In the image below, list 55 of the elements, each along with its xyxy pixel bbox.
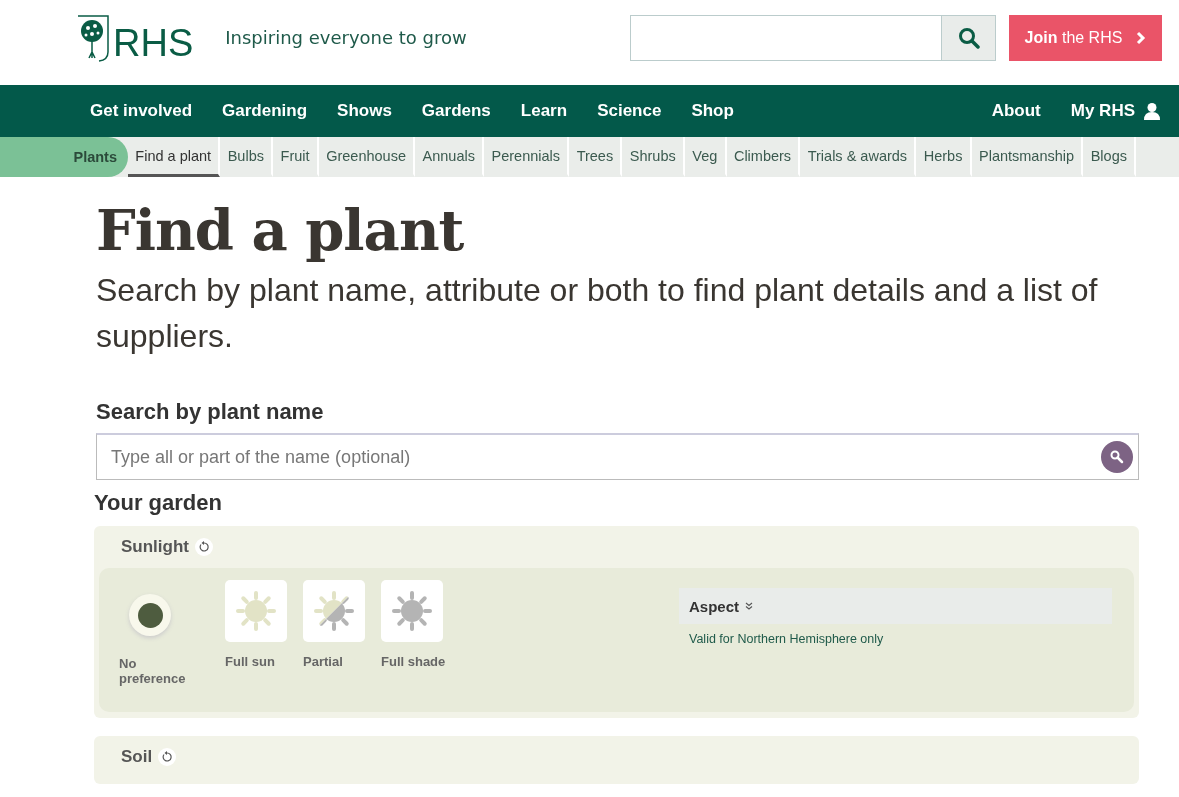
aspect-toggle[interactable]: Aspect — [679, 588, 1112, 624]
sub-nav-tab[interactable]: Annuals — [415, 137, 485, 177]
sub-nav-tab[interactable]: Climbers — [726, 137, 801, 177]
reset-icon[interactable] — [195, 538, 213, 556]
main-nav-link[interactable]: Shop — [691, 101, 734, 121]
plant-name-field[interactable]: Type all or part of the name (optional) — [96, 433, 1139, 480]
sub-nav-tab[interactable]: Plantsmanship — [971, 137, 1084, 177]
main-nav-link[interactable]: Gardens — [421, 101, 491, 121]
section-heading: Search by plant name — [96, 399, 325, 425]
chevron-double-icon — [745, 602, 754, 610]
rhs-logo[interactable]: RHS — [75, 13, 194, 62]
sub-nav-tab[interactable]: Shrubs — [622, 137, 686, 177]
option-label: Full shade — [381, 654, 443, 669]
aspect-note: Valid for Northern Hemisphere only — [689, 632, 885, 646]
sub-nav-tab[interactable]: Perennials — [484, 137, 570, 177]
tree-logo-icon — [75, 13, 111, 62]
site-search-field[interactable] — [630, 14, 941, 61]
main-nav-link[interactable]: Learn — [520, 101, 568, 121]
page-title: Find a plant — [96, 197, 465, 263]
sub-nav-tab[interactable]: Veg — [685, 137, 727, 177]
sub-nav-tab[interactable]: Find a plant — [128, 137, 221, 177]
search-button[interactable] — [941, 14, 996, 61]
sub-nav-tab[interactable]: Herbs — [916, 137, 972, 177]
panel-heading: Soil — [121, 747, 153, 767]
person-icon — [1143, 102, 1161, 120]
sun-icon — [235, 590, 277, 632]
option-label: Partial — [303, 654, 344, 669]
section-tab[interactable]: Plants — [0, 137, 128, 177]
sub-nav-tab[interactable]: Trees — [569, 137, 623, 177]
sub-nav-tab[interactable]: Bulbs — [220, 137, 274, 177]
sub-nav-tab[interactable]: Greenhouse — [318, 137, 416, 177]
join-button[interactable]: Join the RHS — [1009, 14, 1162, 61]
reset-icon[interactable] — [158, 748, 177, 766]
panel-heading: Sunlight — [121, 537, 189, 557]
option-label: Full sun — [225, 654, 276, 669]
tagline: Inspiring everyone to grow — [225, 27, 467, 48]
main-nav-link[interactable]: Gardening — [222, 101, 308, 121]
radio-button[interactable] — [129, 594, 171, 636]
half-shaded-sun-icon — [313, 590, 355, 632]
option-label: No preference — [119, 656, 187, 686]
main-nav-link[interactable]: Science — [597, 101, 662, 121]
sub-nav-tab[interactable]: Blogs — [1083, 137, 1137, 177]
section-heading: Your garden — [94, 490, 223, 516]
shaded-sun-icon — [391, 590, 433, 632]
search-icon — [957, 26, 980, 49]
main-nav-link[interactable]: About — [991, 101, 1041, 121]
chevron-right-icon — [1136, 30, 1147, 45]
sub-nav-tab[interactable]: Fruit — [273, 137, 319, 177]
account-link[interactable]: My RHS — [1070, 101, 1161, 121]
sub-nav-tab[interactable]: Trials & awards — [800, 137, 917, 177]
logo-wordmark: RHS — [113, 23, 194, 62]
search-icon — [1109, 449, 1125, 465]
main-nav-link[interactable]: Shows — [337, 101, 392, 121]
main-nav-link[interactable]: Get involved — [90, 101, 193, 121]
intro-text: Search by plant name, attribute or both to find plant details and a list of suppliers. — [96, 271, 1099, 356]
